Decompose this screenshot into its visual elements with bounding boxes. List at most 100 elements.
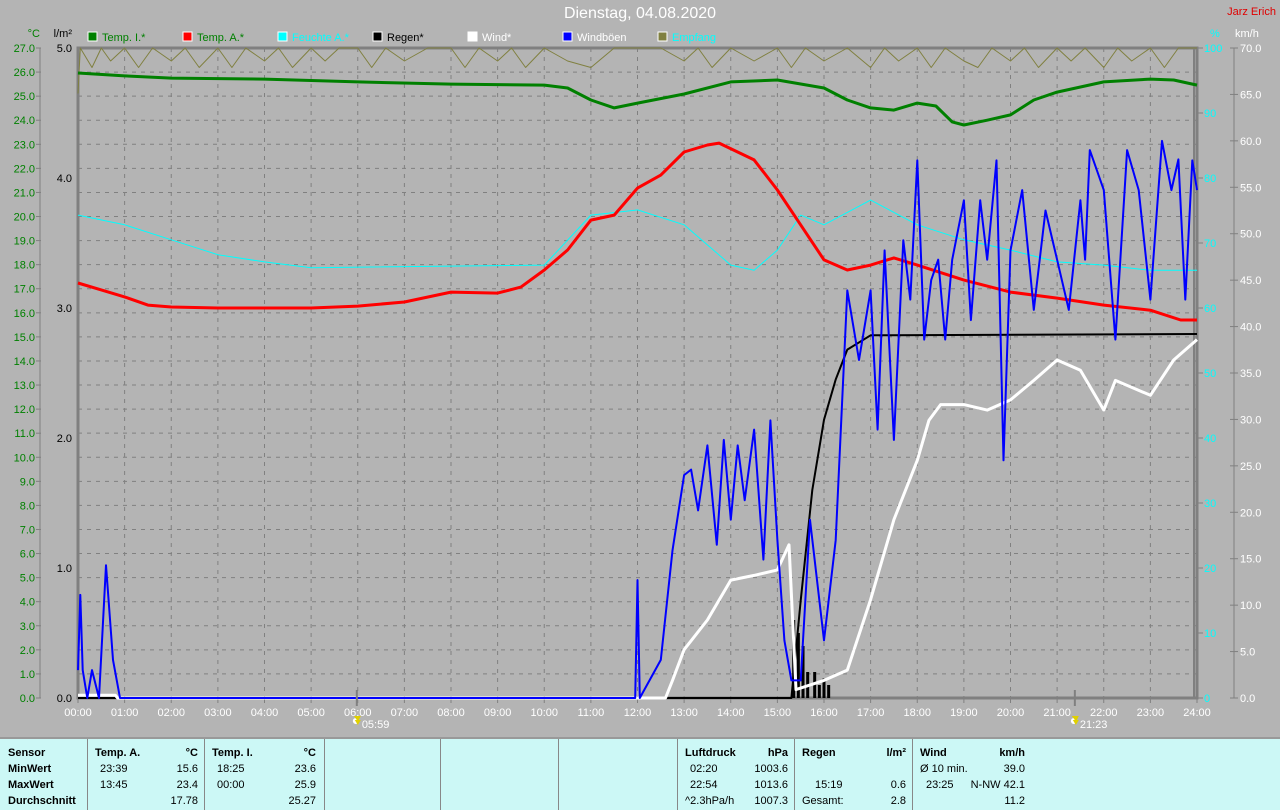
legend-label: Feuchte A.* xyxy=(292,32,350,44)
temp-tick-label: 9.0 xyxy=(20,476,35,488)
col-pressure: Luftdruck hPa 02:20 1003.6 22:54 1013.6 … xyxy=(678,739,795,810)
temp-tick-label: 17.0 xyxy=(14,284,35,296)
col-rain: Regen l/m² 15:19 0.6 Gesamt: 2.8 xyxy=(795,739,913,810)
rain-bar xyxy=(827,685,831,698)
temp-axis-unit: °C xyxy=(28,28,40,40)
sunrise-time: 05:59 xyxy=(362,719,390,731)
temp-tick-label: 26.0 xyxy=(14,67,35,79)
wind-tick-label: 30.0 xyxy=(1240,414,1261,426)
legend-swatch xyxy=(467,31,478,42)
rain-tick-label: 0.0 xyxy=(57,693,72,705)
humidity-tick-label: 70 xyxy=(1204,238,1216,250)
pressure-unit: hPa xyxy=(767,747,788,759)
temp-a-unit: °C xyxy=(185,747,198,759)
rain-tick-label: 1.0 xyxy=(57,563,72,575)
temp-tick-label: 10.0 xyxy=(14,452,35,464)
rain-tick-label: 5.0 xyxy=(57,43,72,55)
temp-tick-label: 21.0 xyxy=(14,187,35,199)
wind-tick-label: 70.0 xyxy=(1240,43,1261,55)
temp-tick-label: 13.0 xyxy=(14,380,35,392)
x-tick-label: 10:00 xyxy=(530,707,558,719)
legend-label: Temp. I.* xyxy=(102,32,146,44)
wind-avg: 11.2 xyxy=(1004,795,1025,807)
x-tick-label: 16:00 xyxy=(810,707,838,719)
x-tick-label: 05:00 xyxy=(297,707,325,719)
x-tick-label: 12:00 xyxy=(624,707,652,719)
temp-i-max-time: 00:00 xyxy=(217,779,245,791)
rain-max: 0.6 xyxy=(890,779,906,791)
x-tick-label: 21:00 xyxy=(1043,707,1071,719)
temp-tick-label: 19.0 xyxy=(14,236,35,248)
legend-label: Wind* xyxy=(482,32,512,44)
temp-tick-label: 6.0 xyxy=(20,549,35,561)
x-tick-label: 13:00 xyxy=(670,707,698,719)
temp-tick-label: 18.0 xyxy=(14,260,35,272)
col-temp-i: Temp. I. °C 18:25 23.6 00:00 25.9 25.27 xyxy=(205,739,325,810)
legend-swatch xyxy=(87,31,98,42)
legend-swatch xyxy=(182,31,193,42)
pressure-max: 1013.6 xyxy=(754,779,788,791)
rain-unit: l/m² xyxy=(886,747,906,759)
wind-tick-label: 60.0 xyxy=(1240,136,1261,148)
wind-tick-label: 55.0 xyxy=(1240,182,1261,194)
rain-max-time: 15:19 xyxy=(815,779,843,791)
temp-tick-label: 27.0 xyxy=(14,43,35,55)
wind-tick-label: 40.0 xyxy=(1240,322,1261,334)
wind-tick-label: 15.0 xyxy=(1240,554,1261,566)
x-tick-label: 00:00 xyxy=(64,707,92,719)
temp-tick-label: 15.0 xyxy=(14,332,35,344)
wind-tick-label: 25.0 xyxy=(1240,461,1261,473)
rain-header: Regen xyxy=(802,747,836,759)
temp-a-max: 23.4 xyxy=(176,779,198,791)
wind-axis-unit: km/h xyxy=(1235,28,1259,40)
col-temp-a: Temp. A. °C 23:39 15.6 13:45 23.4 17.78 xyxy=(88,739,205,810)
col-empty-1 xyxy=(325,739,441,810)
row-avg-label: Durchschnitt xyxy=(8,795,76,807)
temp-a-avg: 17.78 xyxy=(170,795,198,807)
temp-tick-label: 24.0 xyxy=(14,115,35,127)
humidity-tick-label: 0 xyxy=(1204,693,1210,705)
temp-tick-label: 0.0 xyxy=(20,693,35,705)
wind-tick-label: 0.0 xyxy=(1240,693,1255,705)
temp-i-header: Temp. I. xyxy=(212,747,253,759)
x-tick-label: 11:00 xyxy=(578,707,605,719)
temp-tick-label: 20.0 xyxy=(14,212,35,224)
legend-label: Temp. A.* xyxy=(197,32,245,44)
pressure-max-time: 22:54 xyxy=(690,779,718,791)
legend-swatch xyxy=(372,31,383,42)
temp-a-min: 15.6 xyxy=(176,763,198,775)
pressure-min: 1003.6 xyxy=(754,763,788,775)
humidity-tick-label: 40 xyxy=(1204,433,1216,445)
wind-tick-label: 50.0 xyxy=(1240,229,1261,241)
temp-tick-label: 8.0 xyxy=(20,500,35,512)
humidity-tick-label: 50 xyxy=(1204,368,1216,380)
x-tick-label: 15:00 xyxy=(764,707,792,719)
wind-avg10-label: Ø 10 min. xyxy=(920,763,968,775)
humidity-tick-label: 20 xyxy=(1204,563,1216,575)
legend-label: Empfang xyxy=(672,32,716,44)
humidity-tick-label: 90 xyxy=(1204,108,1216,120)
col-sensor: Sensor MinWert MaxWert Durchschnitt xyxy=(0,739,88,810)
x-tick-label: 20:00 xyxy=(997,707,1025,719)
temp-tick-label: 7.0 xyxy=(20,524,35,536)
rain-total-label: Gesamt: xyxy=(802,795,844,807)
wind-avg10: 39.0 xyxy=(1003,763,1025,775)
x-tick-label: 14:00 xyxy=(717,707,745,719)
x-tick-label: 07:00 xyxy=(391,707,419,719)
temp-tick-label: 12.0 xyxy=(14,404,35,416)
humidity-tick-label: 100 xyxy=(1204,43,1222,55)
humidity-tick-label: 10 xyxy=(1204,628,1216,640)
chart-title: Dienstag, 04.08.2020 xyxy=(563,5,717,22)
temp-tick-label: 11.0 xyxy=(14,428,35,440)
humidity-tick-label: 60 xyxy=(1204,303,1216,315)
wind-tick-label: 35.0 xyxy=(1240,368,1261,380)
pressure-header: Luftdruck xyxy=(685,747,736,759)
temp-a-min-time: 23:39 xyxy=(100,763,128,775)
temp-a-header: Temp. A. xyxy=(95,747,141,759)
author-label: Jarz Erich xyxy=(1227,6,1276,18)
legend-label: Windböen xyxy=(577,32,627,44)
temp-tick-label: 22.0 xyxy=(14,163,35,175)
temp-tick-label: 1.0 xyxy=(20,669,35,681)
wind-unit: km/h xyxy=(999,747,1025,759)
series-temp-i xyxy=(77,71,1198,127)
